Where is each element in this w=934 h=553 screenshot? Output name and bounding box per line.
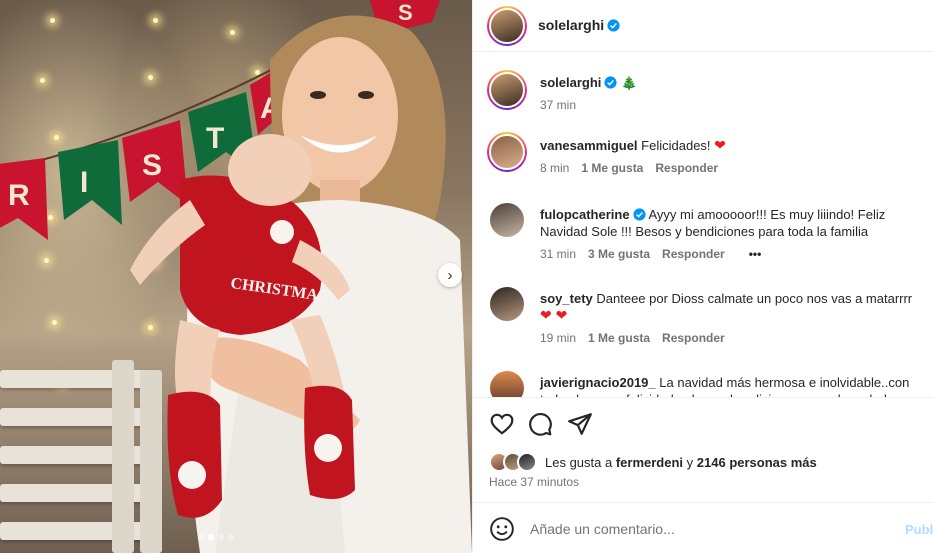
verified-badge-icon	[607, 19, 620, 32]
carousel-dot	[208, 534, 214, 540]
commenter-avatar[interactable]	[490, 203, 524, 237]
liker-avatars	[489, 452, 537, 472]
comment-bubble-icon[interactable]	[527, 411, 553, 437]
post-comment-button[interactable]: Publicar	[905, 522, 934, 537]
comment-likes[interactable]: 3 Me gusta	[588, 246, 650, 263]
comment-time[interactable]: 19 min	[540, 330, 576, 347]
caption-username[interactable]: solelarghi	[540, 75, 601, 90]
carousel-dot	[228, 534, 234, 540]
share-send-icon[interactable]	[567, 411, 593, 437]
likes-count[interactable]: 2146 personas más	[697, 455, 817, 470]
comments-list: solelarghi 🎄 37 min vanesammiguel Felici…	[473, 53, 934, 397]
carousel-next-button[interactable]: ›	[438, 263, 462, 287]
post-actions	[473, 397, 934, 447]
post-header: solelarghi	[473, 0, 934, 52]
carousel-dot	[218, 534, 224, 540]
likes-joiner: y	[686, 454, 694, 470]
reply-button[interactable]: Responder	[662, 246, 725, 263]
post-timestamp[interactable]: Hace 37 minutos	[489, 475, 579, 489]
comment-text: Danteee por Dioss calmate un poco nos va…	[596, 291, 913, 306]
commenter-avatar[interactable]	[487, 132, 527, 172]
comment-likes[interactable]: 1 Me gusta	[581, 160, 643, 177]
comment-time[interactable]: 8 min	[540, 160, 569, 177]
comment-username[interactable]: vanesammiguel	[540, 138, 638, 153]
instagram-post: R I S T A S CHRISTMAS › solelarghi solel…	[0, 0, 934, 553]
comment-time[interactable]: 31 min	[540, 246, 576, 263]
heart-emoji: ❤ ❤	[540, 307, 568, 323]
author-username[interactable]: solelarghi	[538, 17, 620, 33]
commenter-avatar[interactable]	[490, 371, 524, 397]
post-side-panel: solelarghi solelarghi 🎄 37 min vanesammi…	[472, 0, 934, 553]
carousel-dot	[198, 534, 204, 540]
verified-badge-icon	[604, 76, 618, 89]
chevron-right-icon: ›	[447, 266, 453, 284]
like-heart-icon[interactable]	[489, 411, 515, 437]
likes-summary[interactable]: Les gusta a fermerdeni y 2146 personas m…	[489, 449, 919, 475]
post-media: R I S T A S CHRISTMAS ›	[0, 0, 472, 553]
author-avatar[interactable]	[487, 70, 527, 110]
reply-button[interactable]: Responder	[655, 160, 718, 177]
mother-and-baby-photo: CHRISTMAS	[130, 15, 472, 553]
liker-username[interactable]: fermerdeni	[616, 455, 683, 470]
reply-button[interactable]: Responder	[662, 330, 725, 347]
comment-input[interactable]	[530, 516, 890, 542]
carousel-indicator	[198, 534, 234, 540]
emoji-picker-icon[interactable]	[489, 516, 515, 542]
heart-emoji: ❤	[714, 137, 726, 153]
commenter-avatar[interactable]	[490, 287, 524, 321]
comment-username[interactable]: soy_tety	[540, 291, 593, 306]
comment-username[interactable]: javierignacio2019_	[540, 375, 656, 390]
comment-likes[interactable]: 1 Me gusta	[588, 330, 650, 347]
comment-username[interactable]: fulopcatherine	[540, 207, 630, 222]
verified-badge-icon	[632, 208, 646, 221]
comment-text: Felicidades!	[641, 138, 711, 153]
author-avatar[interactable]	[487, 6, 527, 46]
likes-prefix: Les gusta a	[545, 454, 613, 470]
christmas-tree-emoji: 🎄	[621, 75, 638, 90]
more-options-icon[interactable]: •••	[749, 246, 762, 263]
add-comment-bar: Publicar	[473, 502, 934, 553]
caption-time[interactable]: 37 min	[540, 97, 576, 114]
